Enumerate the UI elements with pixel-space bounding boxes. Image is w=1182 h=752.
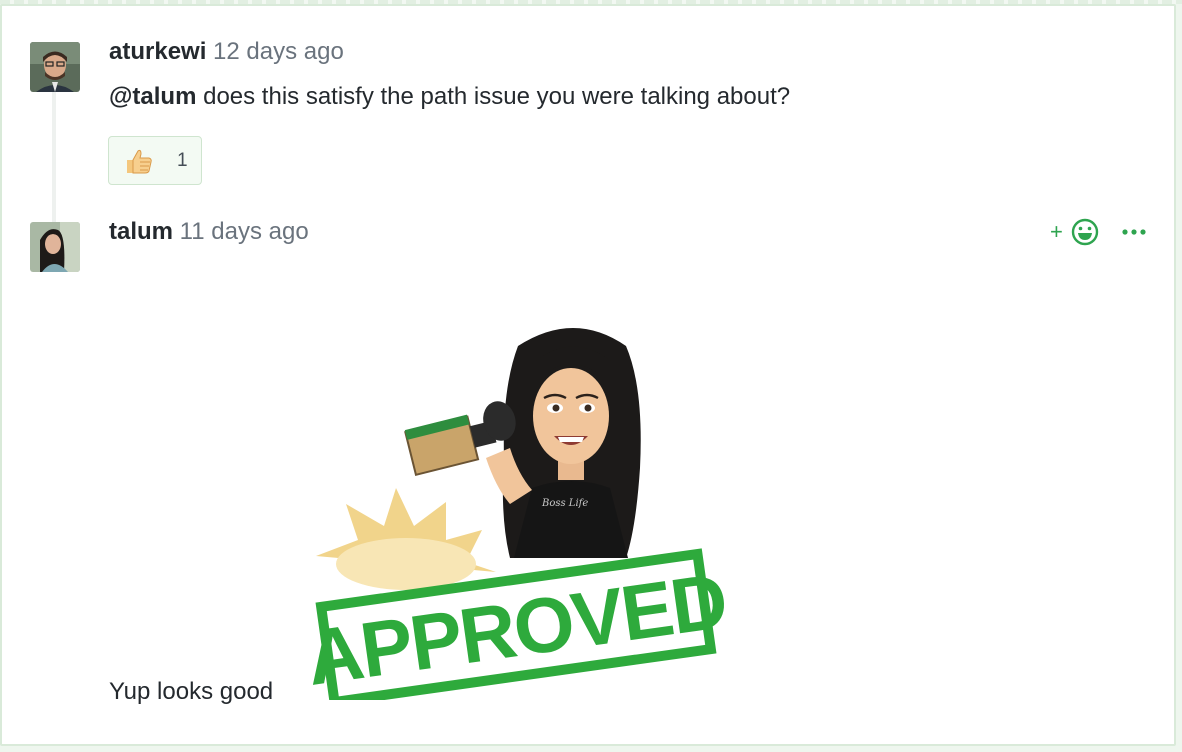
- comment-text: Yup looks good: [109, 678, 274, 705]
- smiley-icon: [1071, 218, 1099, 246]
- avatar-aturkewi[interactable]: [30, 42, 80, 92]
- timeline-line: [52, 92, 56, 224]
- avatar-talum[interactable]: [30, 222, 80, 272]
- plus-icon: +: [1050, 219, 1063, 244]
- author-name[interactable]: aturkewi: [109, 38, 206, 65]
- shirt-text: Boss Life: [541, 498, 588, 509]
- comment-header: talum 11 days ago: [109, 217, 309, 247]
- reaction-count: 1: [177, 149, 188, 171]
- sunburst-graphic: [316, 488, 496, 590]
- comment-header: aturkewi 12 days ago: [109, 37, 344, 67]
- author-name[interactable]: talum: [109, 218, 173, 245]
- comment-text: does this satisfy the path issue you wer…: [196, 83, 791, 110]
- comment-body: Yup looks good: [109, 677, 273, 707]
- reaction-thumbs-up[interactable]: 1: [108, 136, 202, 185]
- ellipsis-icon: [1122, 229, 1146, 235]
- timestamp[interactable]: 12 days ago: [206, 38, 344, 65]
- more-options-button[interactable]: [1120, 220, 1152, 244]
- thumbs-up-icon: [123, 145, 155, 177]
- comment-body: @talum does this satisfy the path issue …: [109, 82, 790, 112]
- approved-sticker-image: Boss Life APPROVED: [296, 318, 736, 708]
- user-mention[interactable]: @talum: [109, 83, 196, 110]
- add-reaction-button[interactable]: +: [1048, 216, 1104, 248]
- timestamp[interactable]: 11 days ago: [173, 218, 309, 245]
